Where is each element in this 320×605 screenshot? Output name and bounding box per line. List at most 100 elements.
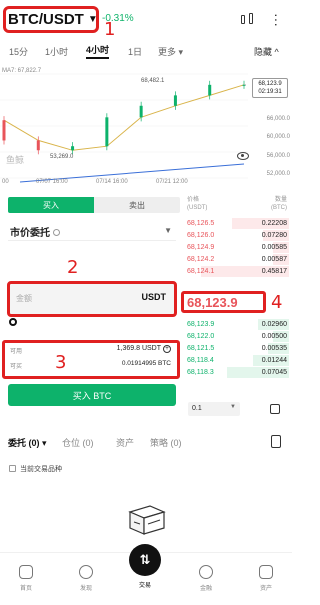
amount-slider-handle[interactable] bbox=[9, 318, 17, 326]
annotation-label-2: 2 bbox=[67, 257, 79, 278]
data-point bbox=[36, 140, 40, 151]
high-label: 68,482.1 bbox=[141, 78, 165, 84]
interval-bar: 15分 1小时 4小时 1日 更多 ▾ 隐藏 ^ bbox=[0, 42, 292, 60]
x-tick: 07/14 16:00 bbox=[96, 179, 128, 185]
divider bbox=[8, 240, 176, 241]
row-price: 68,124.2 bbox=[187, 256, 215, 263]
row-qty: 0.02960 bbox=[261, 321, 287, 328]
data-point bbox=[208, 84, 212, 96]
tab-strategies[interactable]: 策略 (0) bbox=[150, 436, 182, 449]
row-qty: 0.07280 bbox=[261, 232, 287, 239]
last-price-tag-price: 68,123.9 bbox=[258, 81, 282, 87]
pair-selector[interactable]: BTC/USDT ▼ bbox=[8, 11, 98, 28]
row-qty: 0.01244 bbox=[261, 357, 287, 364]
y-tick: 66,000.0 bbox=[266, 116, 290, 122]
orderbook-header: 价格 (USDT) 数量 (BTC) bbox=[187, 196, 289, 212]
buyable-label: 可买 bbox=[10, 364, 23, 370]
sell-tab[interactable]: 卖出 bbox=[94, 197, 180, 213]
interval-1h[interactable]: 1小时 bbox=[45, 45, 68, 58]
hide-chart-toggle[interactable]: 隐藏 ^ bbox=[254, 45, 279, 58]
current-symbol-filter[interactable]: 当前交易品种 bbox=[9, 464, 62, 474]
nav-discover[interactable]: 发现 bbox=[64, 565, 108, 592]
bid-row[interactable]: 68,118.4 0.01244 bbox=[185, 355, 289, 366]
row-price: 68,122.0 bbox=[187, 333, 215, 340]
row-qty: 0.22208 bbox=[261, 220, 287, 227]
eye-icon[interactable] bbox=[237, 152, 249, 160]
candlestick-icon[interactable] bbox=[240, 13, 256, 27]
row-qty: 0.07045 bbox=[261, 369, 287, 376]
tab-orders[interactable]: 委托 (0) ▾ bbox=[8, 436, 47, 449]
bid-row[interactable]: 68,122.0 0.00500 bbox=[185, 331, 289, 342]
tab-positions[interactable]: 仓位 (0) bbox=[62, 436, 94, 449]
chart-watermark: 鱼鲸 bbox=[6, 155, 25, 165]
ask-row[interactable]: 68,124.1 0.45817 bbox=[185, 266, 289, 277]
interval-1d[interactable]: 1日 bbox=[128, 45, 142, 58]
ask-row[interactable]: 68,124.2 0.00587 bbox=[185, 254, 289, 265]
row-qty: 0.00587 bbox=[261, 256, 287, 263]
row-price: 68,124.1 bbox=[187, 268, 215, 275]
y-tick: 56,000.0 bbox=[266, 153, 290, 159]
available-label: 可用 bbox=[10, 349, 23, 355]
annotation-label-4: 4 bbox=[271, 292, 283, 313]
nav-finance[interactable]: 金融 bbox=[184, 565, 228, 592]
bid-row[interactable]: 68,121.5 0.00535 bbox=[185, 343, 289, 354]
nav-trade[interactable]: ⇅ bbox=[129, 544, 161, 576]
nav-assets[interactable]: 资产 bbox=[244, 565, 288, 592]
amount-unit: USDT bbox=[141, 292, 167, 302]
y-tick: 52,000.0 bbox=[266, 171, 290, 177]
data-point bbox=[139, 105, 143, 118]
row-qty: 0.00585 bbox=[261, 244, 287, 251]
annotation-box-3: 可用 1,369.8 USDT + 可买 0.01914995 BTC bbox=[2, 340, 180, 379]
data-point bbox=[105, 117, 109, 147]
row-price: 68,126.0 bbox=[187, 232, 215, 239]
ask-row[interactable]: 68,126.5 0.22208 bbox=[185, 218, 289, 229]
annotation-label-1: 1 bbox=[104, 19, 116, 40]
empty-state-illustration bbox=[128, 505, 166, 535]
interval-more[interactable]: 更多 ▾ bbox=[158, 45, 183, 58]
nav-discover-label: 发现 bbox=[79, 586, 92, 592]
depth-select[interactable]: 0.1 ▼ bbox=[188, 402, 240, 416]
row-qty: 0.00500 bbox=[261, 333, 287, 340]
x-tick: 00 bbox=[2, 179, 9, 185]
data-point bbox=[71, 146, 75, 151]
finance-icon bbox=[199, 565, 213, 579]
home-icon bbox=[19, 565, 33, 579]
order-type-select[interactable]: 市价委托 ▼ bbox=[10, 224, 172, 239]
buy-tab[interactable]: 买入 bbox=[8, 197, 94, 213]
row-price: 68,118.3 bbox=[187, 369, 214, 376]
row-qty: 0.00535 bbox=[261, 345, 287, 352]
qty-unit: (BTC) bbox=[271, 205, 287, 211]
ask-row[interactable]: 68,124.9 0.00585 bbox=[185, 242, 289, 253]
data-point bbox=[173, 95, 177, 106]
trading-page: BTC/USDT ▼ -0.31% 1 ··· 15分 1小时 4小时 1日 更多… bbox=[0, 0, 292, 605]
last-price-tag-time: 02:19:31 bbox=[258, 89, 282, 95]
tab-assets[interactable]: 资产 bbox=[116, 436, 134, 449]
info-icon[interactable] bbox=[53, 229, 60, 236]
compass-icon bbox=[79, 565, 93, 579]
buy-btc-button[interactable]: 买入 BTC bbox=[8, 384, 176, 406]
amount-input[interactable]: 金额 USDT bbox=[7, 281, 177, 317]
last-price-tag: 68,123.9 02:19:31 bbox=[252, 78, 288, 98]
series-line bbox=[3, 84, 245, 151]
pair-name: BTC/USDT bbox=[8, 11, 84, 28]
more-icon[interactable]: ··· bbox=[269, 13, 285, 27]
order-history-icon[interactable] bbox=[271, 435, 281, 448]
ask-row[interactable]: 68,126.0 0.07280 bbox=[185, 230, 289, 241]
wallet-icon bbox=[259, 565, 273, 579]
header: BTC/USDT ▼ -0.31% 1 ··· bbox=[0, 0, 292, 40]
orderbook-layout-icon[interactable] bbox=[270, 404, 280, 414]
available-value: 1,369.8 USDT bbox=[116, 345, 161, 352]
x-tick: 07/21 12:00 bbox=[156, 179, 188, 185]
plus-icon[interactable]: + bbox=[163, 345, 171, 353]
buyable-value: 0.01914995 BTC bbox=[121, 360, 171, 367]
mid-price: 68,123.9 bbox=[187, 295, 238, 310]
interval-4h[interactable]: 4小时 bbox=[86, 43, 110, 59]
nav-home[interactable]: 首页 bbox=[4, 565, 48, 592]
interval-15m[interactable]: 15分 bbox=[9, 45, 28, 58]
nav-finance-label: 金融 bbox=[199, 586, 212, 592]
bid-row[interactable]: 68,118.3 0.07045 bbox=[185, 367, 289, 378]
depth-value: 0.1 bbox=[192, 405, 202, 412]
caret-down-icon: ▼ bbox=[87, 14, 98, 25]
checkbox[interactable] bbox=[9, 465, 16, 472]
bid-row[interactable]: 68,123.9 0.02960 bbox=[185, 319, 289, 330]
